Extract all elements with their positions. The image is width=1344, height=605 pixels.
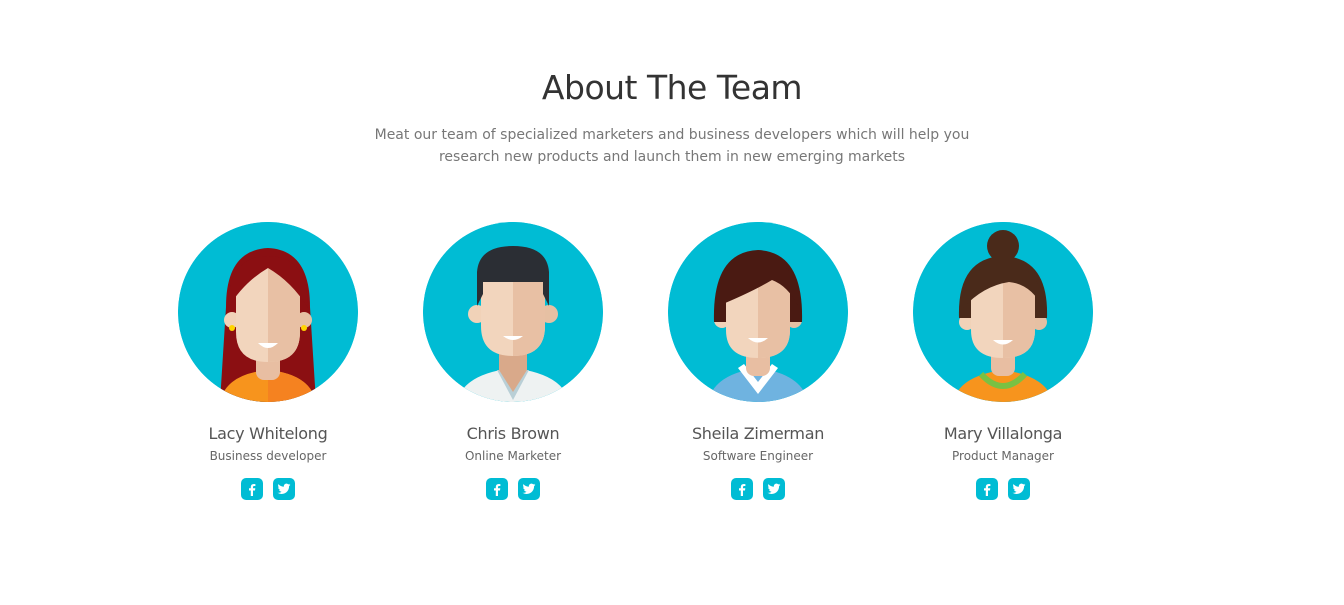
woman-long-red-hair-avatar	[178, 222, 358, 402]
social-links	[893, 478, 1113, 500]
member-role: Online Marketer	[464, 449, 562, 463]
section-title: About The Team	[541, 68, 803, 107]
member-name: Lacy Whitelong	[208, 424, 328, 443]
man-dark-hair-avatar	[423, 222, 603, 402]
woman-hair-bun-avatar	[913, 222, 1093, 402]
facebook-icon[interactable]	[486, 478, 508, 500]
woman-short-brown-hair-avatar	[668, 222, 848, 402]
team-member-card: Lacy Whitelong Business developer	[158, 222, 378, 500]
facebook-icon[interactable]	[241, 478, 263, 500]
member-role: Software Engineer	[702, 449, 814, 463]
team-member-card: Sheila Zimerman Software Engineer	[648, 222, 868, 500]
twitter-icon[interactable]	[273, 478, 295, 500]
member-name: Mary Villalonga	[943, 424, 1063, 443]
facebook-icon[interactable]	[976, 478, 998, 500]
facebook-icon[interactable]	[731, 478, 753, 500]
member-role: Product Manager	[952, 449, 1054, 463]
team-member-card: Chris Brown Online Marketer	[403, 222, 623, 500]
about-team-section: About The Team Meat our team of speciali…	[0, 0, 1344, 605]
team-member-card: Mary Villalonga Product Manager	[893, 222, 1113, 500]
member-name: Chris Brown	[466, 424, 560, 443]
social-links	[158, 478, 378, 500]
member-name: Sheila Zimerman	[691, 424, 825, 443]
social-links	[403, 478, 623, 500]
subtitle-line-1: Meat our team of specialized marketers a…	[374, 127, 970, 143]
member-role: Business developer	[209, 449, 327, 463]
twitter-icon[interactable]	[518, 478, 540, 500]
subtitle-line-2: research new products and launch them in…	[438, 149, 906, 165]
social-links	[648, 478, 868, 500]
section-subtitle: Meat our team of specialized marketers a…	[372, 124, 972, 168]
twitter-icon[interactable]	[763, 478, 785, 500]
twitter-icon[interactable]	[1008, 478, 1030, 500]
